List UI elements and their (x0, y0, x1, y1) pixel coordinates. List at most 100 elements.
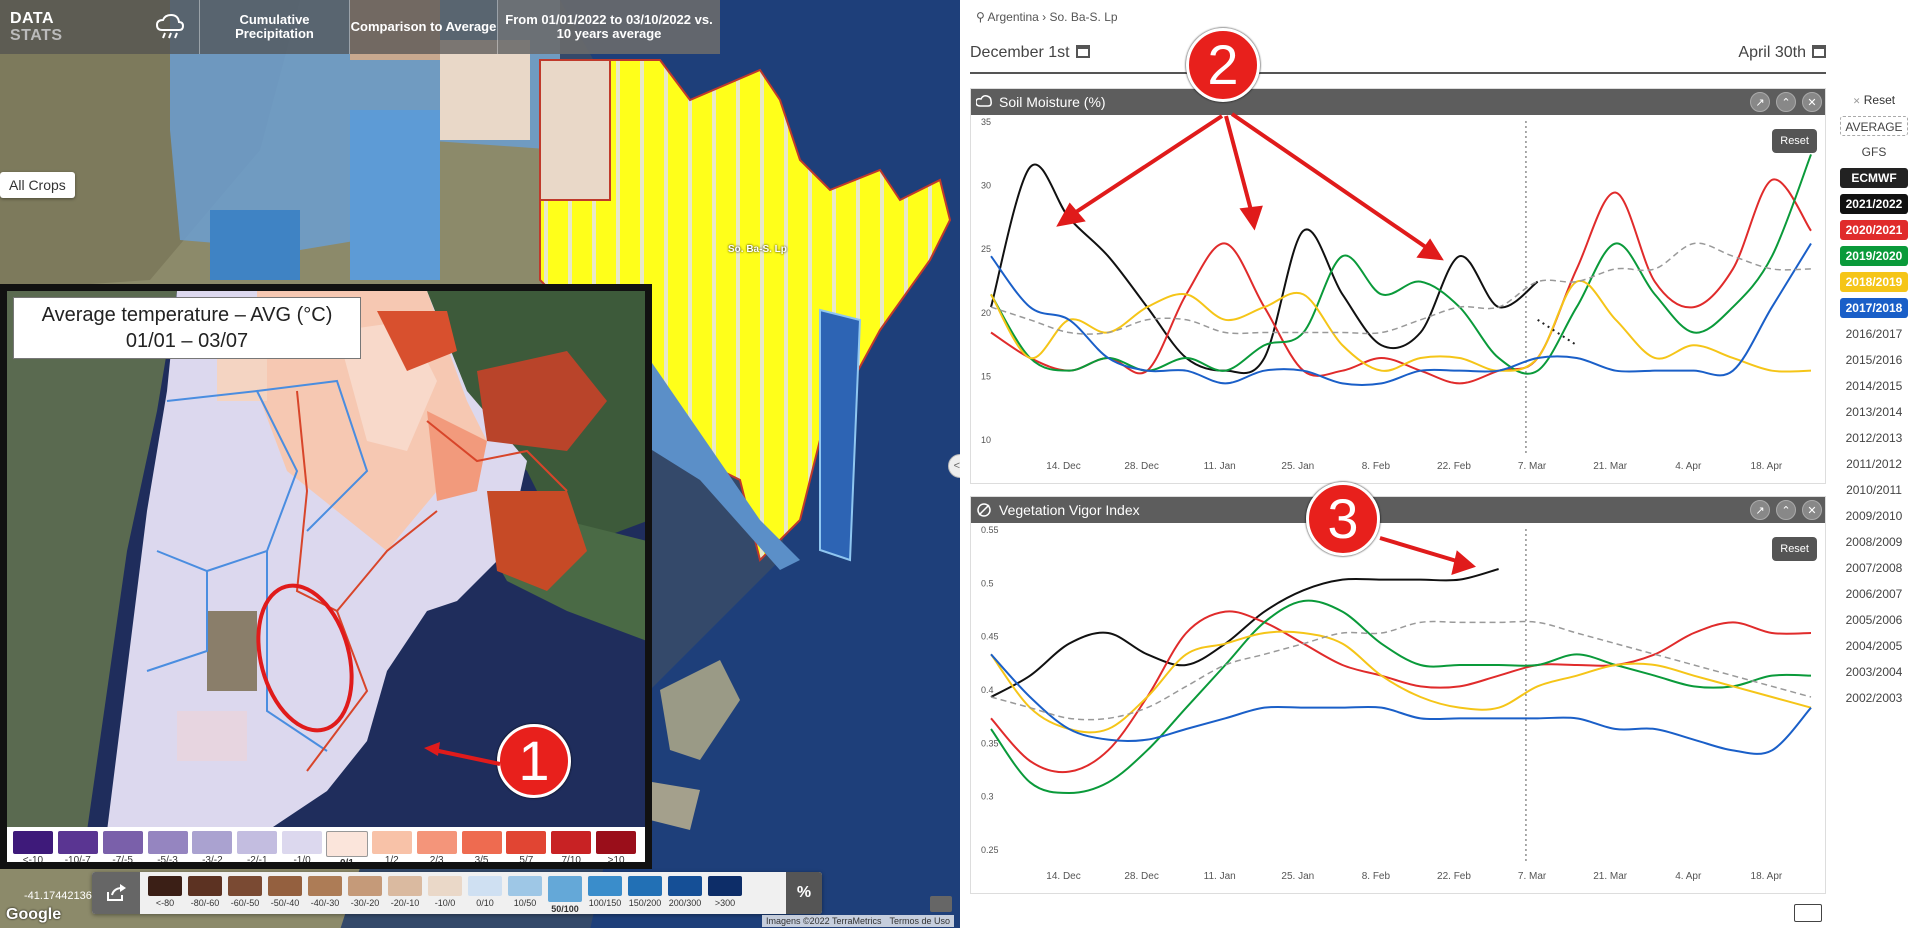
season-toggle-2016-2017[interactable]: 2016/2017 (1840, 324, 1908, 344)
season-toggle-2012-2013[interactable]: 2012/2013 (1840, 428, 1908, 448)
legend-swatch (596, 831, 637, 854)
series-line-2019-2020[interactable] (990, 599, 1812, 795)
date-range-selector[interactable]: From 01/01/2022 to 03/10/2022 vs. 10 yea… (498, 0, 720, 54)
temp-legend-item[interactable]: -10/-7 (56, 831, 100, 862)
share-button[interactable] (92, 872, 140, 914)
season-toggle-2006-2007[interactable]: 2006/2007 (1840, 584, 1908, 604)
season-toggle-2014-2015[interactable]: 2014/2015 (1840, 376, 1908, 396)
map-layer-icon[interactable] (930, 896, 952, 912)
start-date-picker[interactable]: December 1st (970, 44, 1090, 62)
vegetation-vigor-plot[interactable]: 0.25 0.3 0.35 0.4 0.45 0.5 0.55 14. Dec 28. Dec 1… (971, 523, 1825, 893)
season-toggle-2015-2016[interactable]: 2015/2016 (1840, 350, 1908, 370)
datastats-logo[interactable]: DATA STATS (0, 0, 140, 54)
season-toggle-2021-2022[interactable]: 2021/2022 (1840, 194, 1908, 214)
precip-legend-item[interactable]: -60/-50 (226, 876, 264, 914)
annotation-arrow-1 (424, 742, 501, 766)
precip-legend-item[interactable]: -10/0 (426, 876, 464, 914)
breadcrumb-text[interactable]: Argentina › So. Ba-S. Lp (987, 10, 1117, 24)
add-widget-icon[interactable] (1794, 904, 1822, 922)
end-date-picker[interactable]: April 30th (1738, 44, 1826, 62)
season-toggle-2013-2014[interactable]: 2013/2014 (1840, 402, 1908, 422)
temp-legend-item[interactable]: -5/-3 (146, 831, 190, 862)
comparison-average-tab[interactable]: Comparison to Average (350, 0, 498, 54)
date-range-slider[interactable]: December 1st April 30th (970, 44, 1826, 74)
x-tick-label: 11. Jan (1204, 461, 1236, 472)
chart-reset-button[interactable]: Reset (1772, 537, 1817, 561)
collapse-icon[interactable]: ⌃ (1776, 92, 1796, 112)
precip-legend-item[interactable]: 0/10 (466, 876, 504, 914)
temp-legend-item[interactable]: 2/3 (415, 831, 459, 862)
precip-legend-item[interactable]: -20/-10 (386, 876, 424, 914)
chart-reset-button[interactable]: Reset (1772, 129, 1817, 153)
precip-legend-item[interactable]: 10/50 (506, 876, 544, 914)
season-toggle-2002-2003[interactable]: 2002/2003 (1840, 688, 1908, 708)
season-toggle-ecmwf[interactable]: ECMWF (1840, 168, 1908, 188)
precip-legend-item[interactable]: 100/150 (586, 876, 624, 914)
season-toggle-2007-2008[interactable]: 2007/2008 (1840, 558, 1908, 578)
end-date-label: April 30th (1738, 44, 1806, 61)
season-toggle-2010-2011[interactable]: 2010/2011 (1840, 480, 1908, 500)
season-selector: ✕ Reset AVERAGE GFS ECMWF 2021/2022 2020/202… (1840, 90, 1912, 714)
precip-legend-item[interactable]: 200/300 (666, 876, 704, 914)
all-crops-button[interactable]: All Crops (0, 172, 75, 198)
precip-legend-item[interactable]: 150/200 (626, 876, 664, 914)
legend-swatch (148, 876, 182, 896)
temp-legend-item[interactable]: <-10 (11, 831, 55, 862)
season-toggle-2005-2006[interactable]: 2005/2006 (1840, 610, 1908, 630)
series-line-2021-2022[interactable] (990, 163, 1539, 375)
precip-legend-item[interactable]: >300 (706, 876, 744, 914)
precip-legend-item[interactable]: -50/-40 (266, 876, 304, 914)
season-toggle-2009-2010[interactable]: 2009/2010 (1840, 506, 1908, 526)
terms-link[interactable]: Termos de Uso (890, 916, 951, 926)
season-toggle-gfs[interactable]: GFS (1840, 142, 1908, 162)
season-toggle-2018-2019[interactable]: 2018/2019 (1840, 272, 1908, 292)
series-line-2021-2022[interactable] (990, 568, 1499, 698)
export-icon[interactable]: ↗ (1750, 92, 1770, 112)
collapse-icon[interactable]: ⌃ (1776, 500, 1796, 520)
temp-legend-item[interactable]: 3/5 (460, 831, 504, 862)
season-toggle-average[interactable]: AVERAGE (1840, 116, 1908, 136)
season-toggle-2020-2021[interactable]: 2020/2021 (1840, 220, 1908, 240)
inset-title-line-2: 01/01 – 03/07 (125, 330, 249, 352)
legend-label: -30/-20 (350, 898, 380, 908)
temp-legend-item[interactable]: 5/7 (504, 831, 548, 862)
temp-legend-item[interactable]: -7/-5 (101, 831, 145, 862)
breadcrumb: ⚲ Argentina › So. Ba-S. Lp (976, 10, 1118, 24)
season-toggle-2003-2004[interactable]: 2003/2004 (1840, 662, 1908, 682)
precip-legend-item[interactable]: <-80 (146, 876, 184, 914)
temp-legend-item[interactable]: -2/-1 (235, 831, 279, 862)
percent-toggle-button[interactable]: % (786, 872, 822, 914)
series-line-2020-2021[interactable] (990, 178, 1812, 385)
precip-legend-item[interactable]: -30/-20 (346, 876, 384, 914)
temp-legend-item[interactable]: 0/1 (325, 831, 369, 862)
x-tick-label: 25. Jan (1281, 461, 1314, 472)
precip-legend-item[interactable]: -40/-30 (306, 876, 344, 914)
close-icon[interactable]: ✕ (1802, 92, 1822, 112)
season-toggle-2017-2018[interactable]: 2017/2018 (1840, 298, 1908, 318)
soil-moisture-plot[interactable]: 10 15 20 25 30 35 14. Dec 28. Dec 11. Jan 25. Jan… (971, 115, 1825, 483)
temp-legend-item[interactable]: -3/-2 (190, 831, 234, 862)
x-tick-label: 8. Feb (1362, 461, 1391, 472)
close-icon[interactable]: ✕ (1802, 500, 1822, 520)
series-line-ecmwf[interactable] (1537, 318, 1578, 347)
calendar-icon (1075, 45, 1090, 58)
season-toggle-2004-2005[interactable]: 2004/2005 (1840, 636, 1908, 656)
reset-seasons-button[interactable]: ✕ Reset (1840, 90, 1908, 110)
temp-legend-item[interactable]: -1/0 (280, 831, 324, 862)
temp-legend-item[interactable]: >10 (594, 831, 638, 862)
legend-swatch (282, 831, 323, 854)
season-toggle-2008-2009[interactable]: 2008/2009 (1840, 532, 1908, 552)
precip-legend-item[interactable]: 50/100 (546, 876, 584, 914)
series-line-2017-2018[interactable] (990, 653, 1812, 755)
season-toggle-2019-2020[interactable]: 2019/2020 (1840, 246, 1908, 266)
temp-legend-item[interactable]: 7/10 (549, 831, 593, 862)
legend-swatch (506, 831, 547, 854)
export-icon[interactable]: ↗ (1750, 500, 1770, 520)
season-toggle-2011-2012[interactable]: 2011/2012 (1840, 454, 1908, 474)
y-tick-label: 0.55 (981, 525, 999, 535)
temp-legend-item[interactable]: 1/2 (370, 831, 414, 862)
precip-legend-item[interactable]: -80/-60 (186, 876, 224, 914)
cumulative-precipitation-tab[interactable]: Cumulative Precipitation (200, 0, 350, 54)
cloud-rain-icon[interactable] (140, 0, 200, 54)
map-view[interactable]: DATA STATS Cumulative Precipitation Comp… (0, 0, 960, 928)
